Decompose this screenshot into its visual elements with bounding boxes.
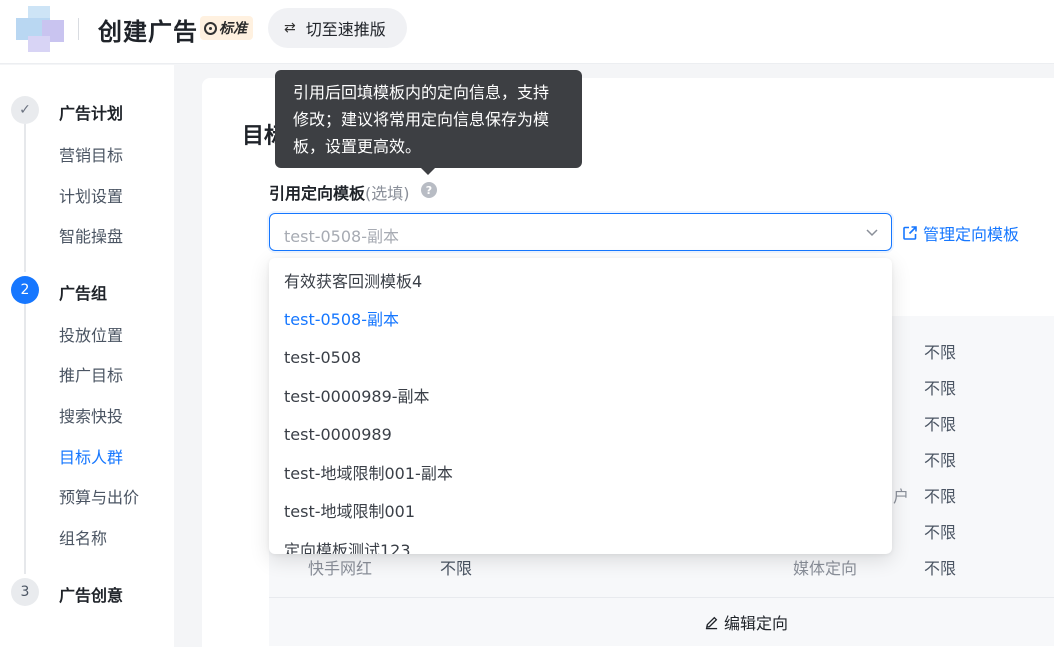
manage-template-label: 管理定向模板 [923,225,1020,244]
template-field-label: 引用定向模板(选填) [269,180,410,204]
chevron-down-icon [866,229,878,237]
page-title: 创建广告 [98,18,198,46]
targeting-divider [269,597,1054,598]
dropdown-option[interactable]: test-0000989 [269,415,892,453]
template-label-text: 引用定向模板 [269,184,366,203]
step-item-plan-settings[interactable]: 计划设置 [59,183,123,207]
help-tooltip: 引用后回填模板内的定向信息，支持修改；建议将常用定向信息保存为模板，设置更高效。 [275,70,582,175]
dropdown-option-selected[interactable]: test-0508-副本 [269,299,892,337]
step-item-promotion-target[interactable]: 推广目标 [59,362,123,386]
step-item-search-boost[interactable]: 搜索快投 [59,403,123,427]
dropdown-option[interactable]: test-地域限制001-副本 [269,453,892,491]
manage-template-link[interactable]: 管理定向模板 [902,221,1019,245]
top-header: 创建广告 标准 ⇄ 切至速推版 [0,0,1054,64]
step-connector [24,304,26,574]
targeting-value: 不限 [924,451,957,470]
targeting-value: 不限 [924,559,957,578]
dropdown-option[interactable]: test-地域限制001 [269,491,892,529]
template-dropdown: 有效获客回测模板4 test-0508-副本 test-0508 test-00… [269,258,892,554]
step-item-target-audience[interactable]: 目标人群 [59,444,123,468]
targeting-value: 不限 [440,559,473,578]
step-1-check-icon: ✓ [11,96,39,124]
step-connector [24,124,26,272]
header-divider [78,18,79,40]
step-3-title[interactable]: 广告创意 [59,582,123,606]
edit-targeting-button[interactable]: 编辑定向 [704,610,788,634]
edition-icon [204,21,217,35]
step-2-title[interactable]: 广告组 [59,280,107,304]
dropdown-option[interactable]: test-0000989-副本 [269,376,892,414]
step-item-placement[interactable]: 投放位置 [59,322,123,346]
dropdown-option[interactable]: 定向模板测试123 [269,530,892,554]
edit-icon [705,616,718,629]
template-select-value: test-0508-副本 [284,227,399,246]
targeting-key: 户 [893,487,910,506]
edition-badge: 标准 [200,16,253,40]
targeting-value: 不限 [924,379,957,398]
step-item-marketing-goal[interactable]: 营销目标 [59,142,123,166]
step-1-title[interactable]: 广告计划 [59,100,123,124]
targeting-value: 不限 [924,523,957,542]
switch-version-label: 切至速推版 [305,20,386,39]
swap-icon: ⇄ [284,20,296,36]
step-item-group-name[interactable]: 组名称 [59,525,107,549]
switch-version-button[interactable]: ⇄ 切至速推版 [268,8,407,48]
dropdown-option[interactable]: test-0508 [269,338,892,376]
edition-badge-label: 标准 [219,21,247,37]
edit-targeting-label: 编辑定向 [724,614,789,633]
dropdown-option[interactable]: 有效获客回测模板4 [269,261,892,299]
template-select[interactable]: test-0508-副本 [269,213,892,251]
targeting-value: 不限 [924,343,957,362]
step-item-budget-bid[interactable]: 预算与出价 [59,484,139,508]
step-2-number: 2 [11,276,39,304]
step-3-number: 3 [11,578,39,606]
targeting-value: 不限 [924,415,957,434]
help-icon[interactable]: ? [421,182,437,198]
app-logo [16,6,64,52]
targeting-value: 不限 [924,487,957,506]
step-item-smart-ops[interactable]: 智能操盘 [59,223,123,247]
targeting-key: 媒体定向 [793,559,858,578]
template-optional-text: (选填) [365,184,410,203]
targeting-key: 快手网红 [308,559,373,578]
external-link-icon [903,226,917,240]
